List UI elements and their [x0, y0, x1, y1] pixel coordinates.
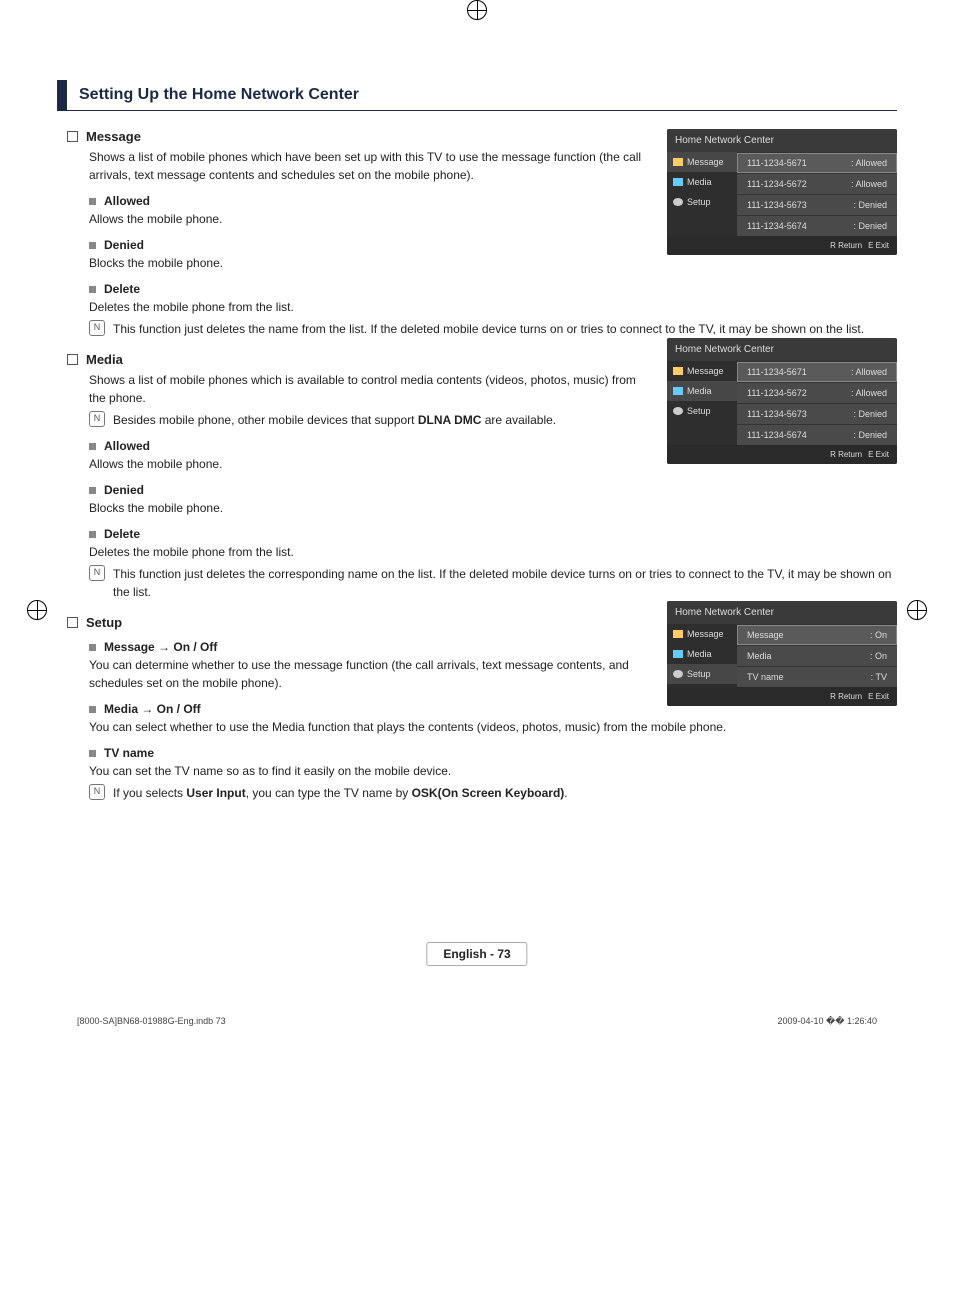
- registration-mark-icon: [907, 600, 927, 620]
- registration-mark-icon: [467, 0, 487, 20]
- message-icon: [673, 630, 683, 638]
- text: You can select whether to use the Media …: [89, 718, 897, 736]
- panel-row: 111-1234-5672: Allowed: [737, 173, 897, 194]
- note-icon: N: [89, 784, 105, 800]
- gear-icon: [673, 198, 683, 206]
- gear-icon: [673, 670, 683, 678]
- doc-meta-right: 2009-04-10 �� 1:26:40: [777, 1016, 877, 1027]
- square-bullet-icon: [67, 617, 78, 628]
- panel-title: Home Network Center: [667, 601, 897, 624]
- bullet-icon: [89, 750, 96, 757]
- panel-row: Media: On: [737, 645, 897, 666]
- panel-row: Message: On: [737, 624, 897, 645]
- return-hint: R Return: [830, 692, 862, 701]
- bullet-icon: [89, 286, 96, 293]
- square-bullet-icon: [67, 354, 78, 365]
- panel-title: Home Network Center: [667, 129, 897, 152]
- bullet-icon: [89, 487, 96, 494]
- gear-icon: [673, 407, 683, 415]
- panel-nav-message: Message: [667, 624, 737, 644]
- note-text: Besides mobile phone, other mobile devic…: [113, 411, 556, 429]
- heading-message: Message: [86, 129, 141, 144]
- media-icon: [673, 387, 683, 395]
- panel-row: 111-1234-5673: Denied: [737, 194, 897, 215]
- panel-row: 111-1234-5674: Denied: [737, 424, 897, 445]
- exit-hint: E Exit: [868, 692, 889, 701]
- heading-media: Media: [86, 352, 123, 367]
- text: Blocks the mobile phone.: [89, 254, 897, 272]
- media-icon: [673, 178, 683, 186]
- note-text: If you selects User Input, you can type …: [113, 784, 568, 802]
- panel-nav-setup: Setup: [667, 664, 737, 684]
- bullet-icon: [89, 706, 96, 713]
- text: You can set the TV name so as to find it…: [89, 762, 897, 780]
- message-icon: [673, 158, 683, 166]
- screenshot-setup-panel: Home Network Center Message Media Setup …: [667, 601, 897, 706]
- panel-nav-message: Message: [667, 152, 737, 172]
- registration-mark-icon: [27, 600, 47, 620]
- note-icon: N: [89, 320, 105, 336]
- panel-row: TV name: TV: [737, 666, 897, 687]
- exit-hint: E Exit: [868, 450, 889, 459]
- heading-setup: Setup: [86, 615, 122, 630]
- panel-title: Home Network Center: [667, 338, 897, 361]
- panel-row: 111-1234-5674: Denied: [737, 215, 897, 236]
- note-icon: N: [89, 411, 105, 427]
- message-icon: [673, 367, 683, 375]
- panel-nav-media: Media: [667, 172, 737, 192]
- panel-nav-message: Message: [667, 361, 737, 381]
- page-footer: English - 73: [426, 942, 527, 966]
- panel-nav-media: Media: [667, 381, 737, 401]
- return-hint: R Return: [830, 450, 862, 459]
- bullet-icon: [89, 443, 96, 450]
- panel-row: 111-1234-5673: Denied: [737, 403, 897, 424]
- text: Blocks the mobile phone.: [89, 499, 897, 517]
- note-icon: N: [89, 565, 105, 581]
- panel-row: 111-1234-5672: Allowed: [737, 382, 897, 403]
- text: Deletes the mobile phone from the list.: [89, 543, 897, 561]
- panel-row: 111-1234-5671: Allowed: [737, 152, 897, 173]
- panel-row: 111-1234-5671: Allowed: [737, 361, 897, 382]
- return-hint: R Return: [830, 241, 862, 250]
- bullet-icon: [89, 242, 96, 249]
- screenshot-message-panel: Home Network Center Message Media Setup …: [667, 129, 897, 255]
- panel-nav-media: Media: [667, 644, 737, 664]
- doc-meta-left: [8000-SA]BN68-01988G-Eng.indb 73: [77, 1016, 226, 1027]
- note-text: This function just deletes the correspon…: [113, 565, 897, 601]
- panel-nav-setup: Setup: [667, 401, 737, 421]
- screenshot-media-panel: Home Network Center Message Media Setup …: [667, 338, 897, 464]
- bullet-icon: [89, 198, 96, 205]
- exit-hint: E Exit: [868, 241, 889, 250]
- bullet-icon: [89, 531, 96, 538]
- page-title: Setting Up the Home Network Center: [57, 80, 897, 111]
- bullet-icon: [89, 644, 96, 651]
- media-icon: [673, 650, 683, 658]
- square-bullet-icon: [67, 131, 78, 142]
- panel-nav-setup: Setup: [667, 192, 737, 212]
- text: Deletes the mobile phone from the list.: [89, 298, 897, 316]
- note-text: This function just deletes the name from…: [113, 320, 864, 338]
